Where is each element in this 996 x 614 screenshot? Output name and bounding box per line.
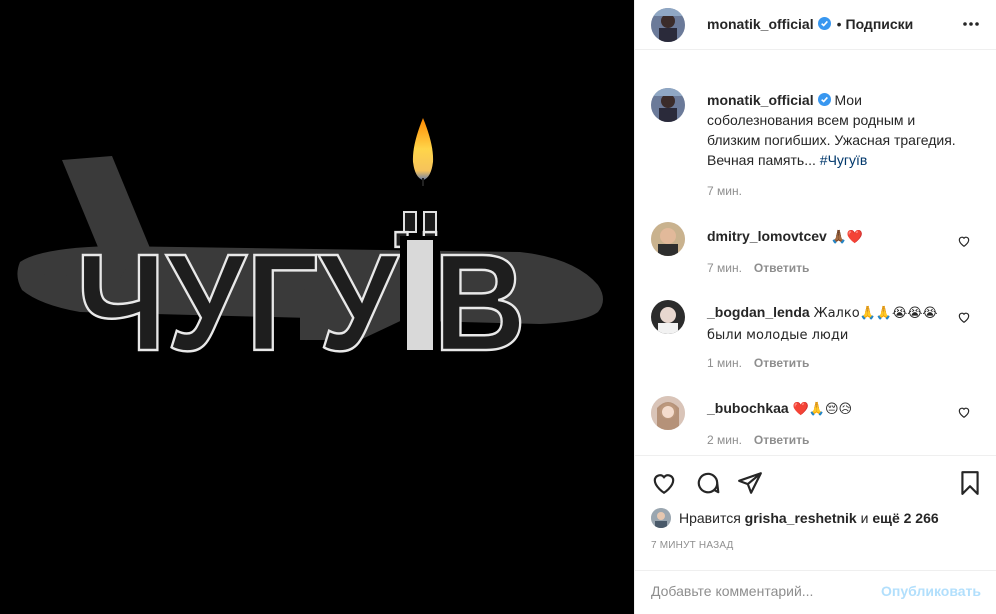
like-comment-heart-icon[interactable] bbox=[957, 310, 971, 324]
post-panel: monatik_official • Подписки monatik_offici… bbox=[634, 0, 996, 614]
like-heart-icon[interactable] bbox=[651, 470, 677, 496]
candle-flame-icon bbox=[412, 118, 434, 180]
comment-avatar[interactable] bbox=[651, 396, 685, 430]
comment-avatar[interactable] bbox=[651, 222, 685, 256]
likes-and: и bbox=[860, 510, 869, 526]
author-avatar[interactable] bbox=[651, 8, 685, 42]
comment-username[interactable]: dmitry_lomovtcev bbox=[707, 228, 827, 244]
bookmark-icon[interactable] bbox=[957, 470, 983, 496]
comment-time: 2 мин. bbox=[707, 433, 742, 447]
add-comment-bar: Добавьте комментарий... Опубликовать bbox=[635, 570, 996, 610]
likes-count-link[interactable]: ещё 2 266 bbox=[872, 510, 938, 526]
comment-item: _bubochkaa ❤️🙏😔😥 bbox=[707, 398, 957, 420]
comment-meta: 1 мин. Ответить bbox=[707, 356, 809, 370]
like-comment-heart-icon[interactable] bbox=[957, 405, 971, 419]
comment-username[interactable]: _bubochkaa bbox=[707, 400, 789, 416]
comment-avatar[interactable] bbox=[651, 300, 685, 334]
post-caption: monatik_official Мои соболезнования всем… bbox=[707, 90, 969, 170]
comment-meta: 7 мин. Ответить bbox=[707, 261, 809, 275]
reply-button[interactable]: Ответить bbox=[754, 261, 809, 275]
verified-badge-icon bbox=[817, 17, 831, 30]
post-image[interactable]: ЧУГУЇВ bbox=[0, 0, 634, 614]
comment-input[interactable]: Добавьте комментарий... bbox=[651, 583, 813, 599]
header-name-row: monatik_official • Подписки bbox=[707, 16, 913, 32]
author-username[interactable]: monatik_official bbox=[707, 16, 814, 32]
share-paper-plane-icon[interactable] bbox=[737, 470, 763, 496]
comment-text: 🙏🏾❤️ bbox=[830, 230, 864, 245]
caption-time: 7 мин. bbox=[707, 184, 742, 198]
comment-item: dmitry_lomovtcev 🙏🏾❤️ bbox=[707, 226, 957, 248]
comment-time: 1 мин. bbox=[707, 356, 742, 370]
post-actions: Нравится grisha_reshetnik и ещё 2 266 7 … bbox=[635, 455, 996, 605]
post-timestamp[interactable]: 7 МИНУТ НАЗАД bbox=[651, 540, 734, 551]
comments-list[interactable]: monatik_official Мои соболезнования всем… bbox=[635, 50, 996, 454]
following-button[interactable]: Подписки bbox=[846, 16, 914, 32]
likes-prefix: Нравится bbox=[679, 510, 741, 526]
likes-summary: Нравится grisha_reshetnik и ещё 2 266 bbox=[651, 508, 939, 528]
comment-text: ❤️🙏😔😥 bbox=[792, 402, 853, 417]
like-comment-heart-icon[interactable] bbox=[957, 234, 971, 248]
reply-button[interactable]: Ответить bbox=[754, 356, 809, 370]
memorial-image: ЧУГУЇВ bbox=[17, 118, 603, 381]
post-header: monatik_official • Подписки bbox=[635, 0, 996, 50]
liker-avatar[interactable] bbox=[651, 508, 671, 528]
caption-hashtag-link[interactable]: #Чугуїв bbox=[820, 152, 868, 168]
more-options-icon[interactable] bbox=[961, 14, 981, 34]
comment-meta: 2 мин. Ответить bbox=[707, 433, 809, 447]
publish-button[interactable]: Опубликовать bbox=[881, 583, 981, 599]
comment-item: _bogdan_lenda Жалко🙏🙏😭😭😭были молодые люд… bbox=[707, 302, 957, 346]
liker-username[interactable]: grisha_reshetnik bbox=[745, 510, 857, 526]
caption-author-avatar[interactable] bbox=[651, 88, 685, 122]
memorial-text: ЧУГУЇВ bbox=[76, 226, 526, 380]
comment-time: 7 мин. bbox=[707, 261, 742, 275]
comment-bubble-icon[interactable] bbox=[695, 470, 721, 496]
comment-username[interactable]: _bogdan_lenda bbox=[707, 304, 810, 320]
reply-button[interactable]: Ответить bbox=[754, 433, 809, 447]
verified-badge-icon bbox=[817, 93, 831, 106]
separator-dot: • bbox=[836, 16, 842, 32]
caption-username[interactable]: monatik_official bbox=[707, 92, 814, 108]
